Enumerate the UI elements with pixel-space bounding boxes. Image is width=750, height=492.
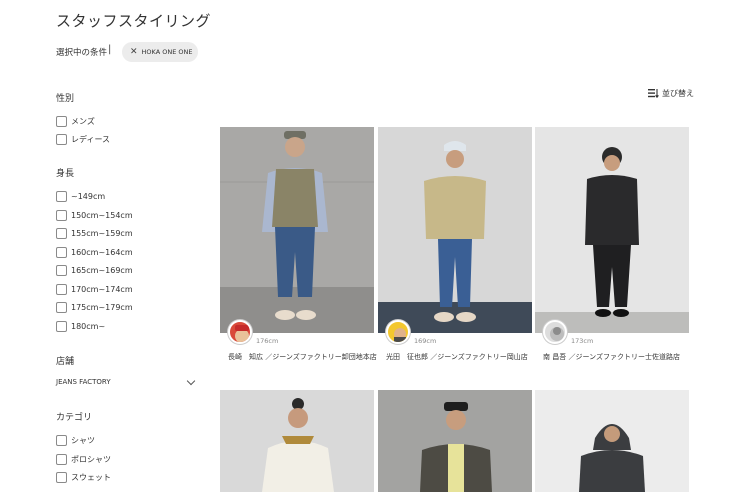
checkbox-box[interactable] — [56, 210, 67, 221]
checkbox-label: 155cm~159cm — [71, 229, 133, 238]
sort-button[interactable]: 並び替え — [648, 88, 694, 99]
checkbox-label: 180cm~ — [71, 322, 106, 331]
checkbox-height-0[interactable]: ~149cm — [56, 191, 105, 202]
styling-photo[interactable] — [220, 390, 374, 492]
page-title: スタッフスタイリング — [56, 12, 212, 30]
person-illustration — [579, 424, 645, 492]
staff-name-store[interactable]: 光田 征也郎 ／ジーンズファクトリー岡山店 — [386, 351, 536, 363]
store-select-value: JEANS FACTORY — [56, 378, 111, 386]
staff-name-store[interactable]: 長崎 知広 ／ジーンズファクトリー卸団地本店 — [228, 351, 378, 363]
avatar[interactable] — [386, 320, 410, 344]
staff-height: 173cm — [571, 337, 594, 345]
checkbox-label: シャツ — [71, 436, 95, 445]
store-section-title: 店舗 — [56, 357, 75, 367]
checkbox-box[interactable] — [56, 321, 67, 332]
checkbox-height-5[interactable]: 170cm~174cm — [56, 284, 133, 295]
checkbox-category-polo[interactable]: ポロシャツ — [56, 454, 111, 465]
person-illustration — [378, 141, 532, 333]
conditions-separator: | — [108, 44, 112, 55]
checkbox-height-4[interactable]: 165cm~169cm — [56, 265, 133, 276]
person-illustration — [220, 131, 374, 333]
checkbox-label: 160cm~164cm — [71, 248, 133, 257]
category-section-title: カテゴリ — [56, 413, 93, 423]
checkbox-label: スウェット — [71, 473, 111, 482]
checkbox-label: 170cm~174cm — [71, 285, 133, 294]
person-illustration — [420, 402, 492, 492]
avatar[interactable] — [228, 320, 252, 344]
checkbox-box[interactable] — [56, 191, 67, 202]
checkbox-height-7[interactable]: 180cm~ — [56, 321, 105, 332]
checkbox-box[interactable] — [56, 134, 67, 145]
checkbox-box[interactable] — [56, 435, 67, 446]
checkbox-label: ポロシャツ — [71, 455, 111, 464]
filter-chip-label: HOKA ONE ONE — [141, 48, 193, 56]
avatar[interactable] — [543, 320, 567, 344]
checkbox-height-2[interactable]: 155cm~159cm — [56, 228, 133, 239]
checkbox-gender-mens[interactable]: メンズ — [56, 116, 95, 127]
avatar-image — [550, 327, 564, 341]
staff-name-store[interactable]: 南 昌吾 ／ジーンズファクトリー士佐道路店 — [543, 351, 693, 363]
avatar-image — [394, 328, 406, 342]
checkbox-box[interactable] — [56, 247, 67, 258]
styling-photo[interactable] — [535, 127, 689, 333]
styling-photo[interactable] — [535, 390, 689, 492]
styling-photo[interactable] — [220, 127, 374, 333]
checkbox-height-6[interactable]: 175cm~179cm — [56, 302, 133, 313]
checkbox-label: レディース — [71, 135, 111, 144]
checkbox-box[interactable] — [56, 284, 67, 295]
close-icon[interactable]: ✕ — [130, 47, 138, 57]
person-illustration — [535, 147, 689, 333]
checkbox-label: 175cm~179cm — [71, 303, 133, 312]
checkbox-box[interactable] — [56, 472, 67, 483]
checkbox-box[interactable] — [56, 116, 67, 127]
person-illustration — [262, 398, 334, 492]
checkbox-height-3[interactable]: 160cm~164cm — [56, 247, 133, 258]
avatar-image — [235, 325, 249, 342]
staff-height: 176cm — [256, 337, 279, 345]
sort-icon — [648, 89, 659, 98]
checkbox-category-shirt[interactable]: シャツ — [56, 435, 95, 446]
filter-chip-hoka[interactable]: ✕ HOKA ONE ONE — [122, 42, 198, 62]
checkbox-box[interactable] — [56, 302, 67, 313]
checkbox-box[interactable] — [56, 228, 67, 239]
sort-label: 並び替え — [662, 89, 694, 98]
staff-height: 169cm — [414, 337, 437, 345]
checkbox-label: 150cm~154cm — [71, 211, 133, 220]
checkbox-label: メンズ — [71, 117, 95, 126]
styling-photo[interactable] — [378, 127, 532, 333]
styling-photo[interactable] — [378, 390, 532, 492]
height-section-title: 身長 — [56, 169, 75, 179]
checkbox-label: ~149cm — [71, 192, 106, 201]
gender-section-title: 性別 — [56, 94, 75, 104]
checkbox-label: 165cm~169cm — [71, 266, 133, 275]
checkbox-category-sweat[interactable]: スウェット — [56, 472, 111, 483]
store-select[interactable]: JEANS FACTORY — [56, 376, 198, 386]
chevron-down-icon — [186, 376, 196, 385]
checkbox-box[interactable] — [56, 265, 67, 276]
checkbox-box[interactable] — [56, 454, 67, 465]
checkbox-gender-ladies[interactable]: レディース — [56, 134, 110, 145]
selected-conditions-label: 選択中の条件 — [56, 48, 108, 58]
checkbox-height-1[interactable]: 150cm~154cm — [56, 210, 133, 221]
